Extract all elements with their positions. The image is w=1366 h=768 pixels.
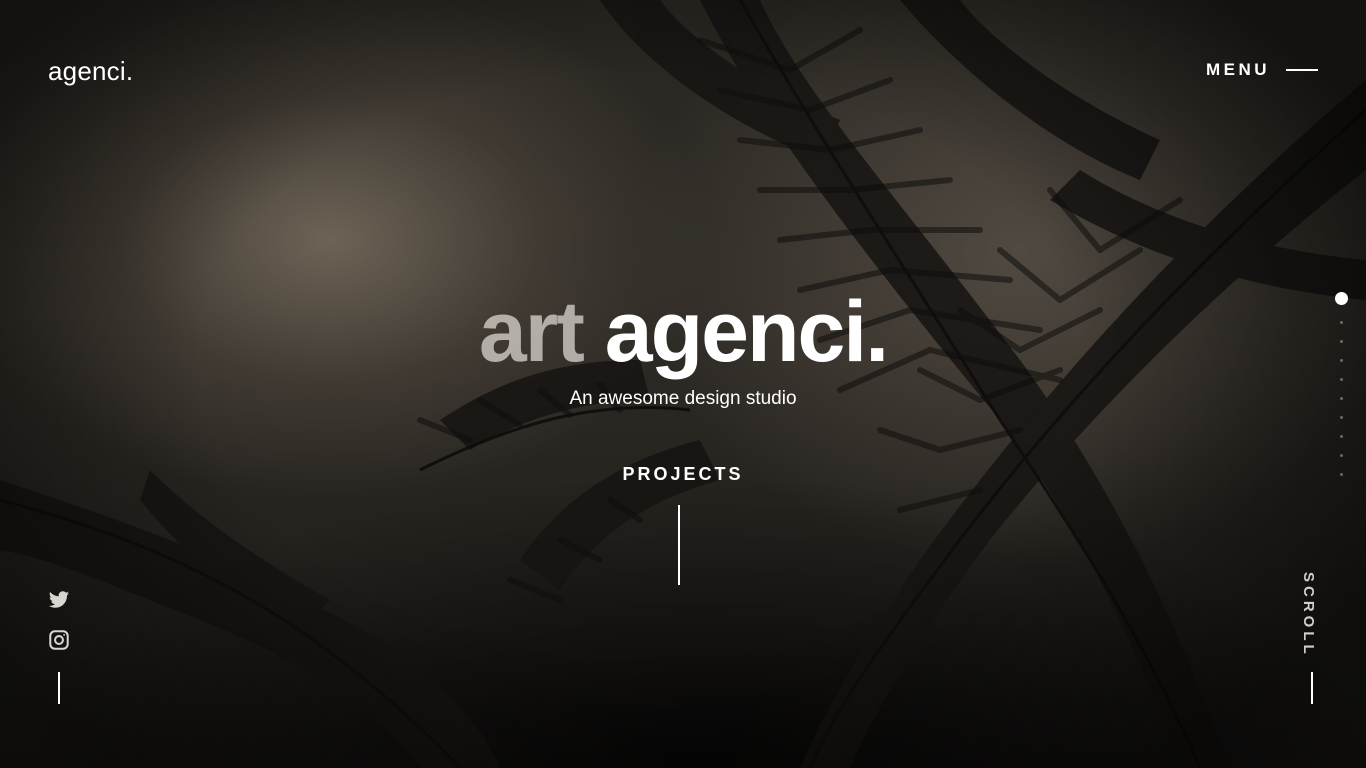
projects-line-divider	[678, 505, 680, 585]
pagination-dot[interactable]	[1339, 397, 1343, 400]
pagination-dot[interactable]	[1339, 416, 1343, 419]
hero-title-part2: agenci.	[604, 284, 889, 380]
menu-label: MENU	[1205, 60, 1270, 79]
hero-subtitle: An awesome design studio	[569, 388, 797, 409]
scroll-label: SCROLL	[1300, 572, 1317, 658]
scroll-indicator[interactable]: SCROLL	[1300, 572, 1324, 658]
projects-link[interactable]: PROJECTS	[622, 464, 743, 484]
pagination-dot-active[interactable]	[1334, 292, 1348, 305]
instagram-icon[interactable]	[48, 629, 70, 651]
pagination-dot[interactable]	[1339, 473, 1343, 476]
pagination-dot[interactable]	[1339, 454, 1343, 457]
pagination-dot[interactable]	[1339, 340, 1343, 343]
pagination-dot[interactable]	[1339, 378, 1343, 381]
pagination-dot[interactable]	[1339, 435, 1343, 438]
pagination-dot[interactable]	[1339, 321, 1343, 324]
slide-pagination	[1334, 292, 1348, 476]
menu-icon	[1286, 69, 1318, 71]
social-links	[48, 589, 70, 669]
hero-title-part1: art	[478, 284, 585, 380]
menu-button[interactable]: MENU	[1206, 60, 1318, 80]
social-line-divider	[58, 672, 60, 704]
projects-cta: PROJECTS	[0, 464, 1366, 485]
site-logo[interactable]: agenci.	[48, 56, 133, 87]
scroll-line-divider	[1311, 672, 1313, 704]
twitter-icon[interactable]	[48, 589, 70, 611]
hero-section: art agenci. An awesome design studio	[0, 282, 1366, 410]
hero-title: art agenci.	[0, 282, 1366, 382]
pagination-dot[interactable]	[1339, 359, 1343, 362]
